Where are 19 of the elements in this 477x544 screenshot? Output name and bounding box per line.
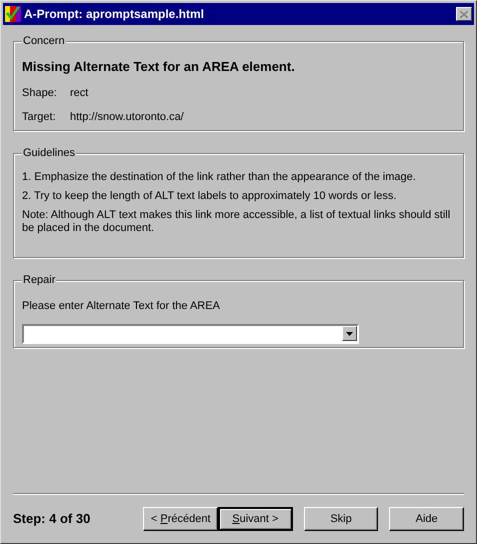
dialog-button[interactable]: Skip [304, 507, 378, 531]
concern-heading: Missing Alternate Text for an AREA element. [22, 58, 296, 76]
guideline-text: 1. Emphasize the destination of the link rather than the appearance of the image. [22, 171, 417, 184]
checkmark-icon [5, 6, 21, 22]
step-counter: Step: 4 of 30 [13, 510, 92, 528]
dialog-button[interactable]: Suivant > [218, 507, 293, 531]
field-label: Target: [22, 110, 57, 125]
dialog-button[interactable]: < Précédent [143, 507, 218, 531]
field-value: rect [70, 86, 88, 100]
close-button[interactable] [456, 7, 472, 21]
guideline-text: Note: Although ALT text makes this link more accessible, a list of textual links should still be placed in the document. [22, 209, 452, 235]
field-value: http://snow.utoronto.ca/ [70, 110, 184, 125]
field-label: Shape: [22, 86, 58, 100]
alt-text-combobox[interactable] [22, 324, 359, 344]
window-title: A-Prompt: apromptsample.html [24, 6, 206, 23]
dialog-button[interactable]: Aide [389, 507, 464, 531]
guideline-text: 2. Try to keep the length of ALT text labels to approximately 10 words or less. [22, 190, 398, 203]
group-legend: Repair [22, 273, 56, 287]
repair-prompt: Please enter Alternate Text for the AREA [22, 299, 221, 314]
